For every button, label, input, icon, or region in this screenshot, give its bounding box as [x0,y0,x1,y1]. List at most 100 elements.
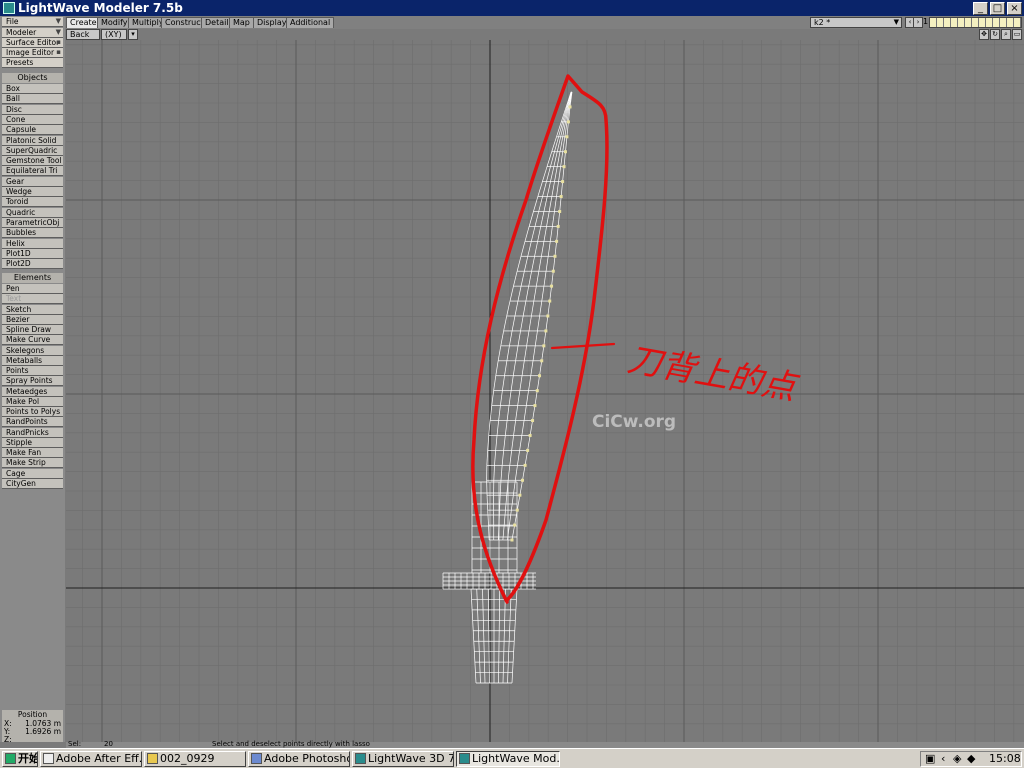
element-tool-skelegons[interactable]: Skelegons [2,345,63,356]
tab-additional[interactable]: Additional [286,17,335,28]
object-tool-bubbles[interactable]: Bubbles [2,228,63,239]
element-tool-make-curve[interactable]: Make Curve [2,335,63,346]
layer-buttons[interactable] [929,17,1022,28]
zoom-view-icon[interactable]: ⌕ [1001,29,1011,40]
spine-point [518,493,522,497]
chevron-down-icon: ▼ [55,28,61,36]
element-tool-points-to-polys[interactable]: Points to Polys [2,407,63,417]
element-tool-citygen[interactable]: CityGen [2,478,63,489]
modeler-menu[interactable]: Modeler ▼ [2,28,63,38]
next-layer-icon[interactable]: › [913,17,923,28]
tab-create[interactable]: Create [66,17,101,28]
volume-icon[interactable]: ◆ [967,752,975,766]
chevron-down-icon: ▼ [893,18,899,26]
view-axis-select[interactable]: (XY) [101,29,127,40]
annotation-arrow-line [550,342,616,350]
object-tool-superquadric[interactable]: SuperQuadric [2,145,63,156]
element-tool-pen[interactable]: Pen [2,284,63,294]
image-editor-button[interactable]: Image Editor ▪ [2,48,63,58]
start-button[interactable]: 开始 [2,751,38,767]
view-type-select[interactable]: Back [66,29,100,40]
spine-point [544,329,548,333]
elements-header: Elements [2,273,63,283]
layer-select[interactable]: k2 * ▼ [810,17,902,28]
tab-bar: Create Modify Multiply Construct Detail … [0,16,1024,29]
file-menu[interactable]: File ▼ [2,17,63,27]
presets-button[interactable]: Presets [2,58,63,68]
element-tool-sketch[interactable]: Sketch [2,304,63,315]
object-tool-helix[interactable]: Helix [2,238,63,249]
maximize-view-icon[interactable]: ▭ [1012,29,1022,40]
object-tool-parametricobj[interactable]: ParametricObj [2,217,63,228]
spine-point [538,374,542,378]
move-view-icon[interactable]: ✥ [979,29,989,40]
element-tool-make-strip[interactable]: Make Strip [2,458,63,469]
modeler-viewport[interactable]: 刀背上的点 CiCw.org [66,40,1024,742]
taskbar-item-folder[interactable]: 002_0929 [144,751,246,767]
spine-point [563,150,567,154]
taskbar-item-lightwave-layout[interactable]: LightWave 3D 7... [352,751,454,767]
window-title: LightWave Modeler 7.5b [18,1,183,15]
object-tool-platonic-solid[interactable]: Platonic Solid [2,135,63,146]
close-button[interactable]: × [1007,1,1022,15]
rotate-view-icon[interactable]: ↻ [990,29,1000,40]
element-tool-make-fan[interactable]: Make Fan [2,448,63,458]
element-tool-randpoints[interactable]: RandPoints [2,417,63,428]
element-tool-randpnicks[interactable]: RandPnicks [2,427,63,438]
spine-point [559,195,563,199]
surface-editor-button[interactable]: Surface Editor ▪ [2,38,63,48]
element-tool-make-pol[interactable]: Make Pol [2,396,63,407]
element-tool-cage[interactable]: Cage [2,468,63,479]
element-tool-text[interactable]: Text [2,294,63,305]
element-tool-stipple[interactable]: Stipple [2,437,63,448]
element-tool-metaballs[interactable]: Metaballs [2,355,63,366]
tab-map[interactable]: Map [229,17,254,28]
chevron-down-icon: ▼ [55,17,61,25]
windows-taskbar: 开始 Adobe After Eff... 002_0929 Adobe Pho… [0,748,1024,768]
spine-point [540,359,544,363]
taskbar-item-lightwave-modeler[interactable]: LightWave Mod... [456,751,560,767]
element-tool-points[interactable]: Points [2,366,63,376]
taskbar-clock: 15:08 [989,752,1021,765]
element-tool-spray-points[interactable]: Spray Points [2,376,63,387]
object-tool-cone[interactable]: Cone [2,114,63,125]
network-icon[interactable]: ▣ [925,752,935,766]
tab-display[interactable]: Display [253,17,291,28]
windows-logo-icon [5,753,16,764]
object-tool-ball[interactable]: Ball [2,94,63,105]
object-tool-box[interactable]: Box [2,84,63,94]
object-tool-toroid[interactable]: Toroid [2,197,63,208]
element-tool-metaedges[interactable]: Metaedges [2,386,63,397]
maximize-button[interactable]: □ [990,1,1005,15]
tab-modify[interactable]: Modify [97,17,132,28]
viewport-canvas[interactable]: 刀背上的点 CiCw.org [66,40,1024,742]
object-tool-wedge[interactable]: Wedge [2,187,63,197]
object-tool-plot2d[interactable]: Plot2D [2,259,63,270]
object-tool-quadric[interactable]: Quadric [2,207,63,218]
taskbar-item-after-effects[interactable]: Adobe After Eff... [40,751,142,767]
tab-detail[interactable]: Detail [201,17,233,28]
object-tool-capsule[interactable]: Capsule [2,125,63,136]
viewport-header: Back (XY) ▾ ✥ ↻ ⌕ ▭ [0,29,1024,40]
spine-point [550,284,554,288]
spine-point [521,478,525,482]
object-tool-gear[interactable]: Gear [2,176,63,187]
object-tool-plot1d[interactable]: Plot1D [2,248,63,259]
element-tool-bezier[interactable]: Bezier [2,314,63,325]
taskbar-item-photoshop[interactable]: Adobe Photoshop [248,751,350,767]
tray-expand-icon[interactable]: ‹ [941,752,945,766]
object-tool-disc[interactable]: Disc [2,104,63,115]
selection-label: Sel: [68,740,82,748]
spine-point [546,314,550,318]
objects-header: Objects [2,73,63,83]
spine-point [531,419,535,423]
input-method-icon[interactable]: ◈ [953,752,961,766]
position-panel: Position X: 1.0763 m Y: 1.6926 m Z: [2,710,63,744]
object-tool-gemstone-tool[interactable]: Gemstone Tool [2,156,63,167]
window-icon: ▪ [56,48,61,56]
tool-sidebar: File ▼ Modeler ▼ Surface Editor ▪ Image Edi… [0,16,65,742]
view-options-icon[interactable]: ▾ [128,29,138,40]
object-tool-equilateral-tri[interactable]: Equilateral Tri [2,166,63,177]
element-tool-spline-draw[interactable]: Spline Draw [2,325,63,335]
minimize-button[interactable]: _ [973,1,988,15]
